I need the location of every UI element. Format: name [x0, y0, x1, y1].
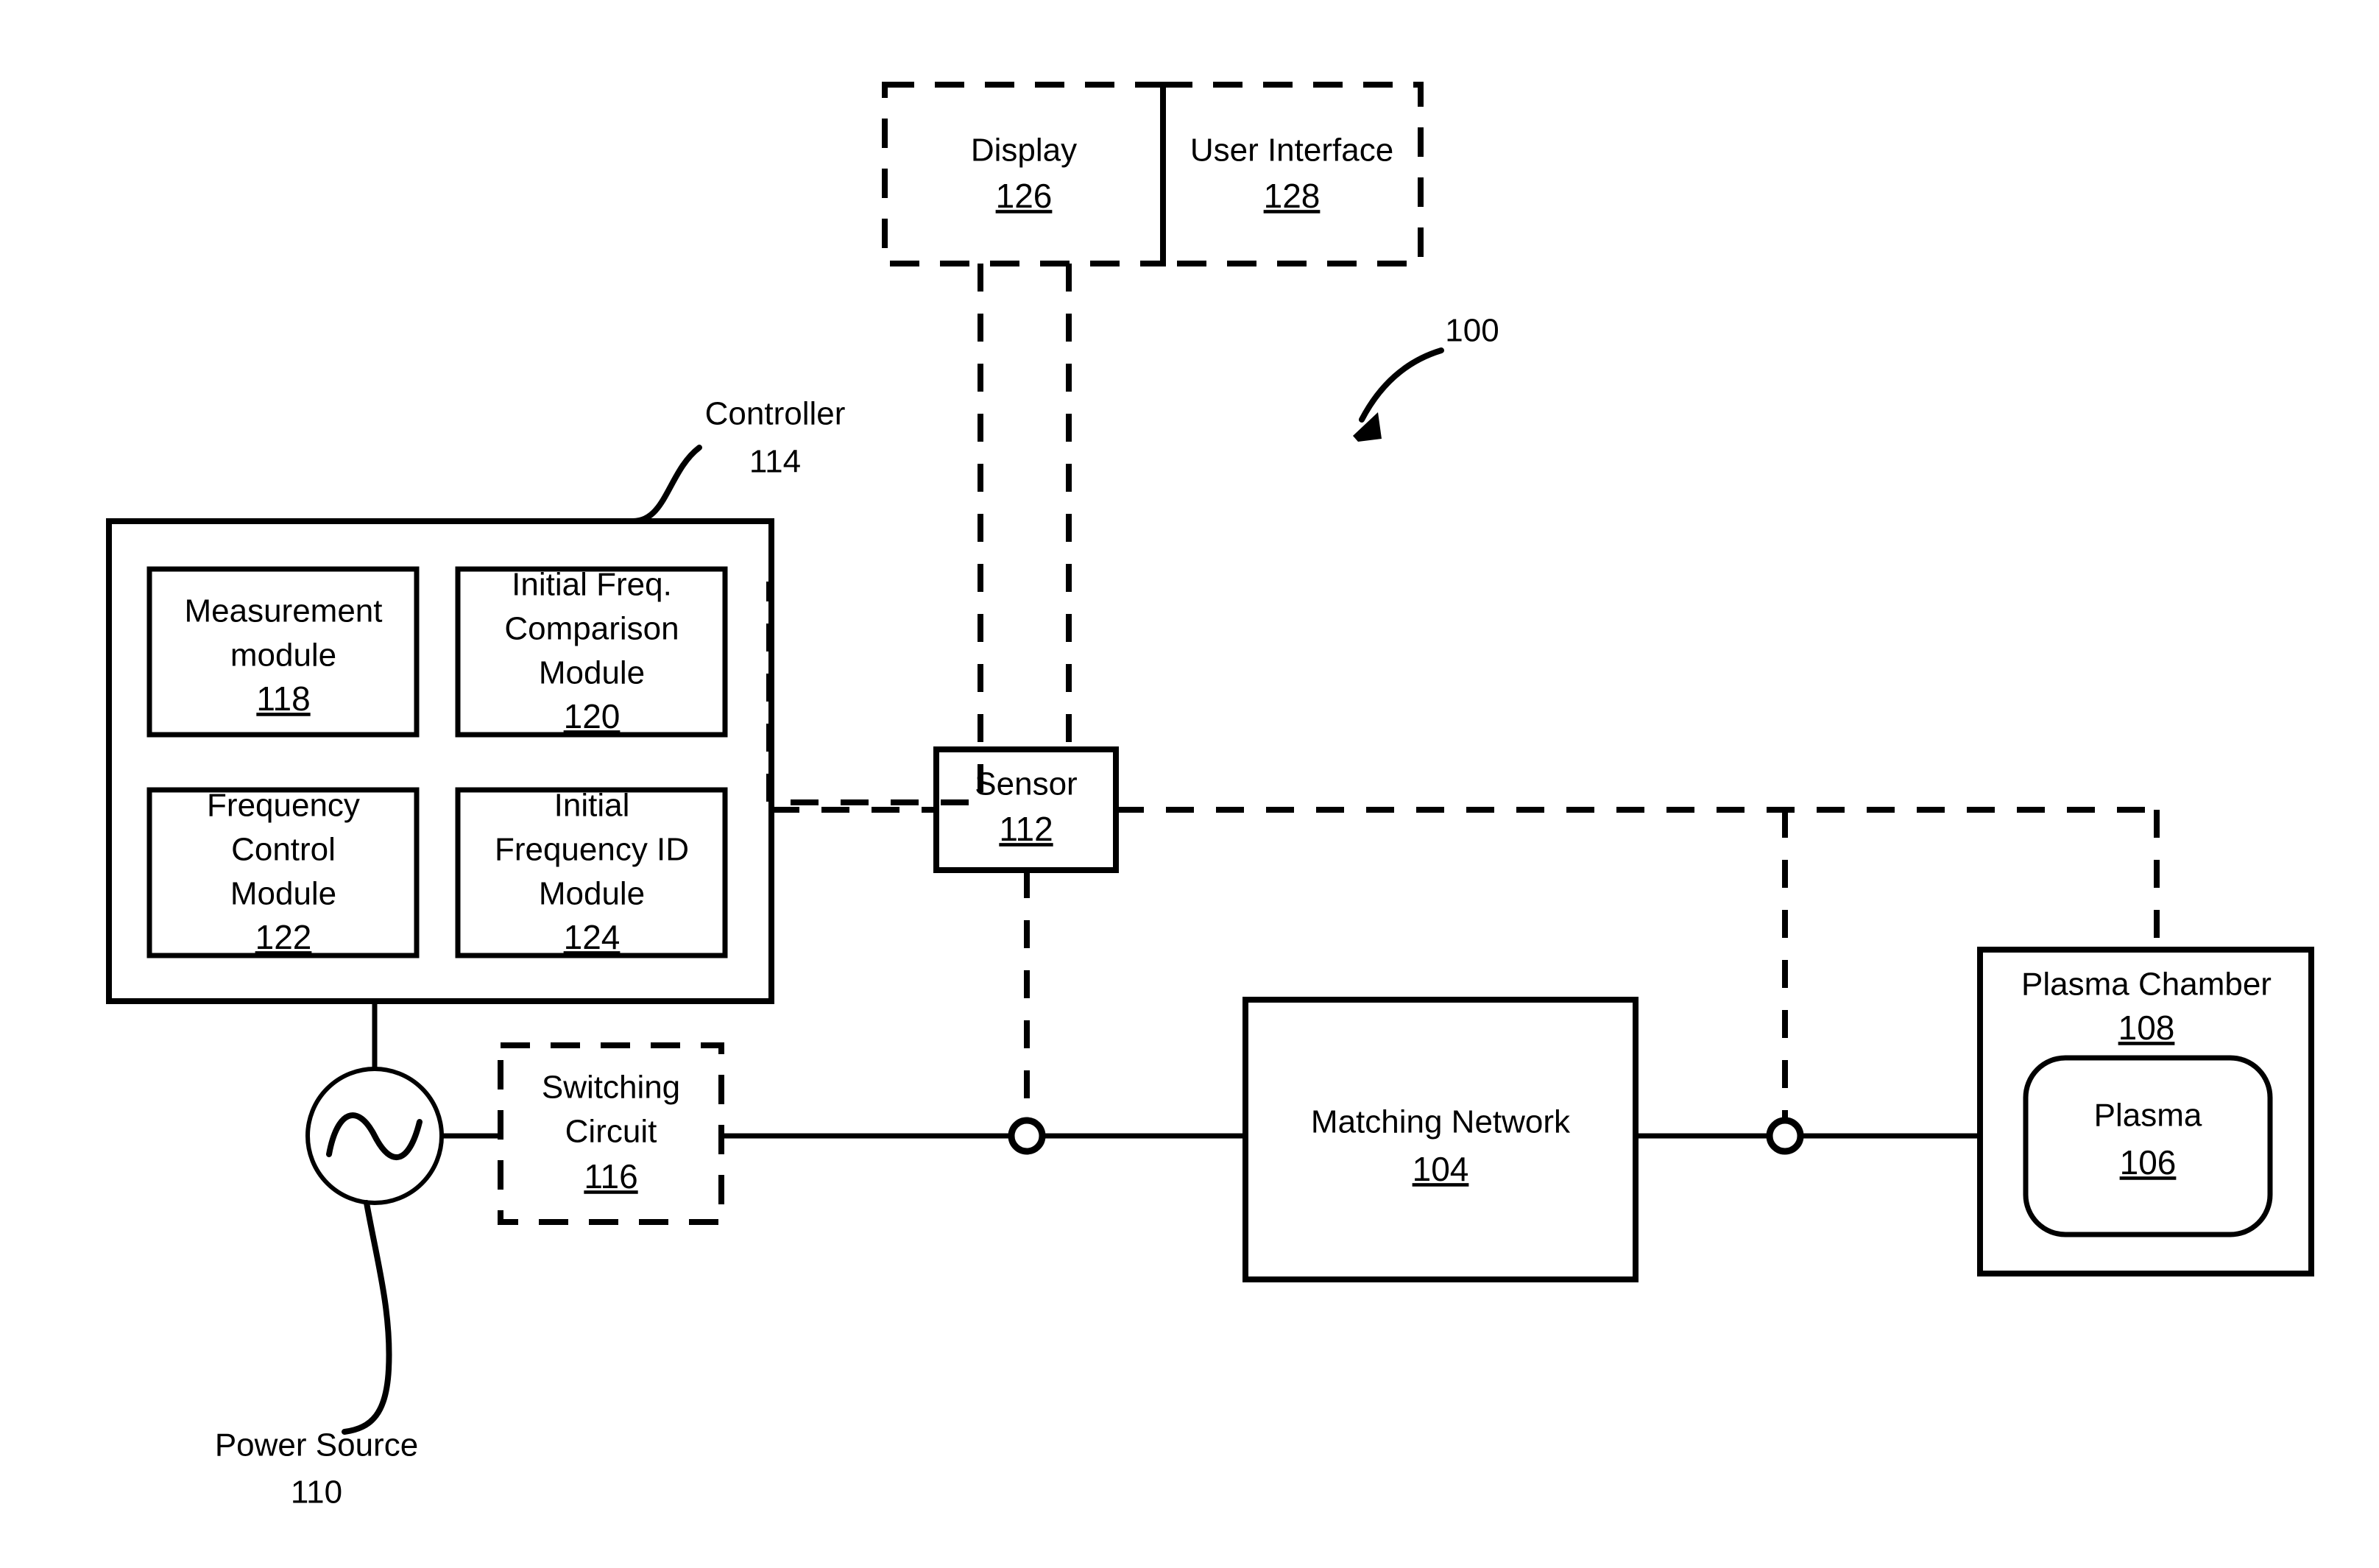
system-reference-label: 100	[1445, 313, 1499, 349]
plasma-label: Plasma	[2094, 1098, 2202, 1134]
switching-circuit-ref: 116	[584, 1157, 637, 1196]
matching-network-label: Matching Network	[1311, 1104, 1571, 1140]
initial-frequency-id-module-line2: Frequency ID	[495, 832, 689, 868]
power-source-ref: 110	[291, 1475, 342, 1511]
display-ref: 126	[996, 177, 1053, 215]
block-diagram: Controller 114 Measurement module 118 In…	[106, 82, 2314, 1511]
measurement-module-line2: module	[230, 638, 336, 674]
controller-leader-line	[630, 445, 702, 524]
system-reference-leader	[1359, 347, 1444, 423]
sine-wave-glyph	[326, 1112, 423, 1160]
measurement-module-ref: 118	[256, 679, 310, 718]
matching-network-ref: 104	[1413, 1150, 1469, 1188]
initial-freq-comparison-module-line2: Comparison	[504, 611, 679, 647]
display-label: Display	[971, 133, 1077, 169]
power-source-leader	[342, 1200, 392, 1435]
initial-frequency-id-module-line3: Module	[539, 876, 645, 912]
junction-node-chamber	[1766, 1117, 1804, 1155]
user-interface-ref: 128	[1264, 177, 1321, 215]
sensor-label: Sensor	[975, 766, 1077, 802]
initial-frequency-id-module-line1: Initial	[554, 788, 630, 824]
controller-ref: 114	[749, 444, 801, 480]
sensor-ref: 112	[999, 810, 1053, 848]
power-source-label: Power Source	[215, 1427, 418, 1463]
frequency-control-module-line1: Frequency	[207, 788, 360, 824]
user-interface-box	[1160, 82, 1424, 266]
switching-circuit-line1: Switching	[542, 1070, 680, 1106]
diagram-canvas: Controller 114 Measurement module 118 In…	[0, 0, 2379, 1568]
switching-circuit-line2: Circuit	[565, 1114, 657, 1150]
initial-frequency-id-module-ref: 124	[564, 918, 621, 956]
system-reference-arrowhead	[1353, 412, 1382, 442]
measurement-module-line1: Measurement	[184, 593, 382, 629]
link-controller-to-display	[766, 264, 983, 805]
junction-node-sensor	[1008, 1117, 1046, 1155]
frequency-control-module-ref: 122	[255, 918, 312, 956]
controller-label: Controller	[705, 396, 846, 432]
initial-freq-comparison-module-line3: Module	[539, 655, 645, 691]
frequency-control-module-line3: Module	[230, 876, 336, 912]
initial-freq-comparison-module-ref: 120	[564, 697, 621, 735]
plasma-ref: 106	[2120, 1143, 2177, 1182]
display-box	[882, 82, 1166, 266]
frequency-control-module-line2: Control	[231, 832, 336, 868]
initial-freq-comparison-module-line1: Initial Freq.	[512, 567, 672, 603]
user-interface-label: User Interface	[1190, 133, 1393, 169]
plasma-chamber-label: Plasma Chamber	[2021, 967, 2272, 1003]
plasma-chamber-ref: 108	[2118, 1009, 2175, 1047]
